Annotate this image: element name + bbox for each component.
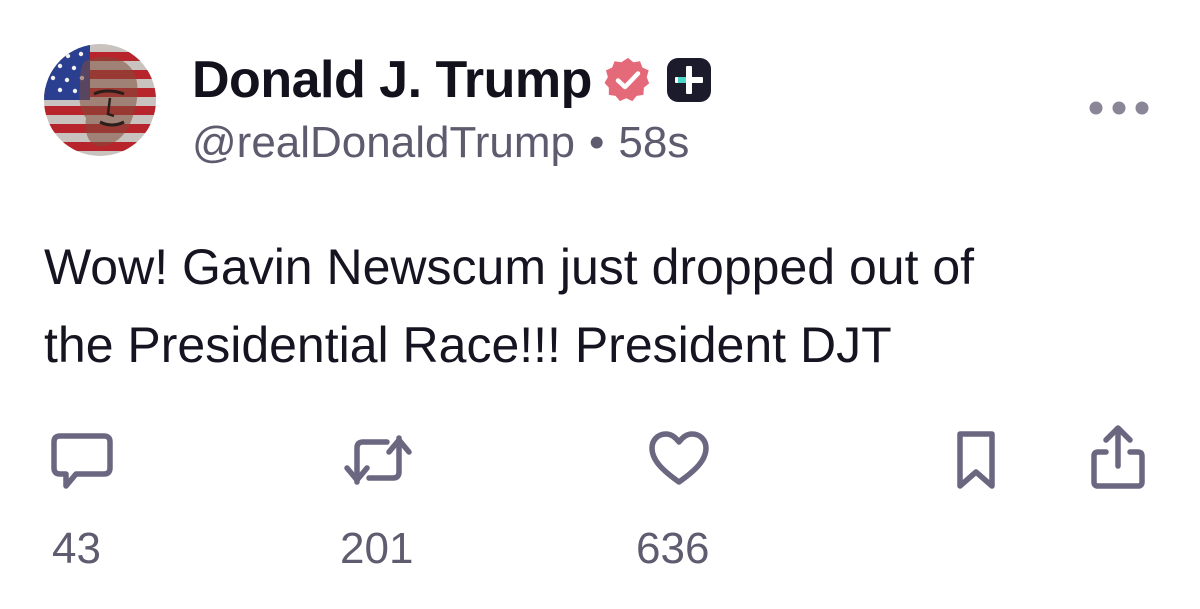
more-horizontal-icon xyxy=(1089,101,1149,115)
bookmark-icon xyxy=(957,431,995,489)
like-button[interactable] xyxy=(648,430,710,488)
post-timestamp[interactable]: 58s xyxy=(618,118,689,168)
author-display-name[interactable]: Donald J. Trump xyxy=(192,50,592,110)
comment-icon xyxy=(51,433,113,489)
heart-icon xyxy=(649,431,709,485)
bookmark-button[interactable] xyxy=(952,428,1000,492)
like-count: 636 xyxy=(636,524,710,573)
repost-icon xyxy=(344,435,412,485)
more-options-button[interactable] xyxy=(1088,90,1150,126)
retruth-button[interactable] xyxy=(343,430,413,490)
post-text-line-2: the Presidential Race!!! President DJT xyxy=(44,317,892,373)
flag-portrait-avatar-icon xyxy=(44,44,156,156)
post-text-line-1: Wow! Gavin Newscum just dropped out of xyxy=(44,239,975,295)
share-icon xyxy=(1091,425,1145,489)
retruth-count: 201 xyxy=(340,524,414,573)
reply-count: 43 xyxy=(52,524,101,573)
author-name-row: Donald J. Trump xyxy=(192,50,712,110)
post-card: Donald J. Trump @realDonaldTrump • 58s W… xyxy=(0,0,1200,609)
post-body: Wow! Gavin Newscum just dropped out of t… xyxy=(44,228,1174,384)
reply-button[interactable] xyxy=(50,428,114,492)
meta-separator: • xyxy=(588,118,605,167)
author-handle[interactable]: @realDonaldTrump xyxy=(192,118,575,168)
plus-badge-icon xyxy=(666,58,711,102)
share-button[interactable] xyxy=(1088,424,1148,492)
avatar[interactable] xyxy=(44,44,156,156)
verified-badge-icon xyxy=(604,57,650,102)
author-meta-row: @realDonaldTrump • 58s xyxy=(192,116,689,170)
